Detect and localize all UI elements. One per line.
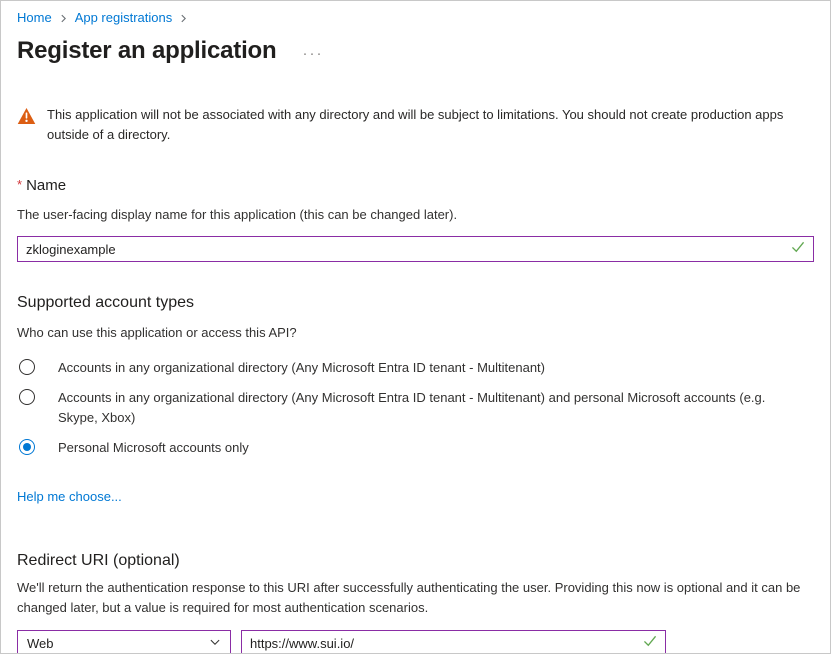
page-title: Register an application (17, 35, 276, 67)
valid-check-icon (643, 634, 657, 652)
register-application-page: Home App registrations Register an appli… (0, 0, 831, 654)
valid-check-icon (791, 240, 805, 258)
redirect-uri-controls: Web (17, 630, 814, 654)
name-input[interactable] (26, 237, 783, 261)
chevron-down-icon (209, 636, 221, 651)
warning-triangle-icon (17, 107, 36, 145)
redirect-uri-description: We'll return the authentication response… (17, 578, 814, 618)
required-marker: * (17, 177, 22, 192)
chevron-right-icon (179, 14, 188, 23)
name-field-description: The user-facing display name for this ap… (17, 206, 814, 224)
account-types-question: Who can use this application or access t… (17, 324, 814, 342)
radio-button-icon[interactable] (19, 439, 35, 455)
redirect-uri-input-container (241, 630, 666, 654)
platform-select-value: Web (27, 636, 54, 651)
platform-select[interactable]: Web (17, 630, 231, 654)
radio-option-personal-only[interactable]: Personal Microsoft accounts only (17, 438, 814, 458)
radio-option-label: Accounts in any organizational directory… (58, 358, 545, 378)
name-label-text: Name (26, 177, 66, 194)
radio-option-label: Personal Microsoft accounts only (58, 438, 249, 458)
radio-option-label: Accounts in any organizational directory… (58, 388, 808, 428)
account-types-radio-group: Accounts in any organizational directory… (17, 358, 814, 458)
account-types-heading: Supported account types (17, 292, 814, 314)
chevron-right-icon (59, 14, 68, 23)
breadcrumb-app-registrations-link[interactable]: App registrations (75, 9, 173, 27)
name-input-container (17, 236, 814, 262)
breadcrumb: Home App registrations (17, 9, 814, 27)
radio-option-multitenant-personal[interactable]: Accounts in any organizational directory… (17, 388, 814, 428)
redirect-uri-heading: Redirect URI (optional) (17, 550, 814, 572)
more-options-icon[interactable]: ··· (302, 46, 323, 62)
radio-option-multitenant[interactable]: Accounts in any organizational directory… (17, 358, 814, 378)
radio-button-icon[interactable] (19, 389, 35, 405)
breadcrumb-home-link[interactable]: Home (17, 9, 52, 27)
title-row: Register an application ··· (17, 35, 814, 67)
radio-button-icon[interactable] (19, 359, 35, 375)
redirect-uri-input[interactable] (250, 631, 635, 654)
name-field-label: * Name (17, 175, 814, 196)
warning-banner: This application will not be associated … (17, 105, 814, 145)
help-me-choose-link[interactable]: Help me choose... (17, 488, 122, 506)
warning-text: This application will not be associated … (47, 105, 814, 145)
